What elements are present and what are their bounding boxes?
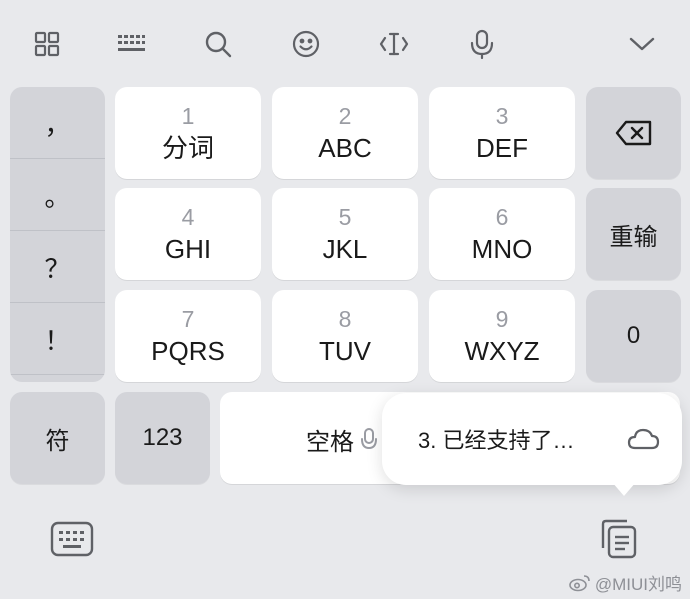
- numbers-label: 123: [142, 424, 183, 451]
- space-key-content: 空格: [306, 422, 378, 457]
- key-letters: GHI: [164, 233, 212, 264]
- symbols-label: 符: [45, 427, 70, 455]
- key-6[interactable]: 6 MNO: [429, 188, 575, 280]
- key-number: 6: [495, 203, 509, 230]
- key-2[interactable]: 2 ABC: [272, 87, 418, 179]
- retype-key[interactable]: 重输: [586, 188, 681, 280]
- key-letters: TUV: [319, 335, 371, 366]
- keyboard-dots-icon[interactable]: [111, 24, 151, 64]
- cloud-icon: [627, 428, 660, 450]
- space-label: 空格: [306, 429, 354, 456]
- key-5[interactable]: 5 JKL: [272, 188, 418, 280]
- zero-key[interactable]: 0: [586, 290, 681, 382]
- clipboard-icon[interactable]: [597, 518, 639, 565]
- keyboard-toolbar: [0, 0, 690, 86]
- grid-icon[interactable]: [27, 24, 67, 64]
- divider: [10, 374, 105, 375]
- key-7[interactable]: 7 PQRS: [115, 290, 261, 382]
- key-letters: DEF: [476, 132, 528, 163]
- search-icon[interactable]: [198, 24, 238, 64]
- suggestion-text: 3. 已经支持了…: [418, 428, 575, 453]
- chevron-down-icon[interactable]: [622, 24, 662, 64]
- retype-label: 重输: [609, 223, 658, 251]
- key-letters: PQRS: [151, 335, 225, 366]
- zero-label: 0: [626, 322, 641, 349]
- key-letters: JKL: [322, 233, 368, 264]
- watermark-text: @MIUI刘鸣: [594, 575, 682, 594]
- key-number: 3: [495, 102, 509, 129]
- microphone-icon: [361, 427, 377, 449]
- punct-exclaim-key[interactable]: ！: [10, 303, 105, 375]
- key-9[interactable]: 9 WXYZ: [429, 290, 575, 382]
- key-4[interactable]: 4 GHI: [115, 188, 261, 280]
- key-number: 9: [495, 305, 509, 332]
- key-letters: ABC: [318, 132, 372, 163]
- backspace-icon: [615, 120, 651, 146]
- weibo-logo-icon: [569, 574, 590, 591]
- punct-comma-key[interactable]: ，: [10, 87, 105, 159]
- punct-period-key[interactable]: 。: [10, 159, 105, 231]
- symbols-key[interactable]: 符: [10, 392, 105, 484]
- popup-tail: [612, 482, 636, 496]
- key-1[interactable]: 1 分词: [115, 87, 261, 179]
- key-number: 7: [181, 305, 195, 332]
- backspace-key[interactable]: [586, 87, 681, 179]
- key-number: 5: [338, 203, 352, 230]
- watermark: @MIUI刘鸣: [569, 570, 682, 595]
- key-3[interactable]: 3 DEF: [429, 87, 575, 179]
- key-number: 4: [181, 203, 195, 230]
- key-letters: WXYZ: [464, 335, 540, 366]
- text-cursor-icon[interactable]: [374, 24, 414, 64]
- key-number: 8: [338, 305, 352, 332]
- key-number: 2: [338, 102, 352, 129]
- suggestion-popup[interactable]: 3. 已经支持了…: [382, 393, 682, 485]
- keyboard-switch-icon[interactable]: [50, 520, 94, 563]
- key-letters: 分词: [161, 132, 214, 163]
- key-number: 1: [181, 102, 195, 129]
- key-8[interactable]: 8 TUV: [272, 290, 418, 382]
- key-letters: MNO: [471, 233, 533, 264]
- punct-question-key[interactable]: ？: [10, 231, 105, 303]
- punctuation-column: ， 。 ？ ！: [10, 87, 105, 382]
- numbers-key[interactable]: 123: [115, 392, 210, 484]
- microphone-icon[interactable]: [462, 24, 502, 64]
- emoji-icon[interactable]: [286, 24, 326, 64]
